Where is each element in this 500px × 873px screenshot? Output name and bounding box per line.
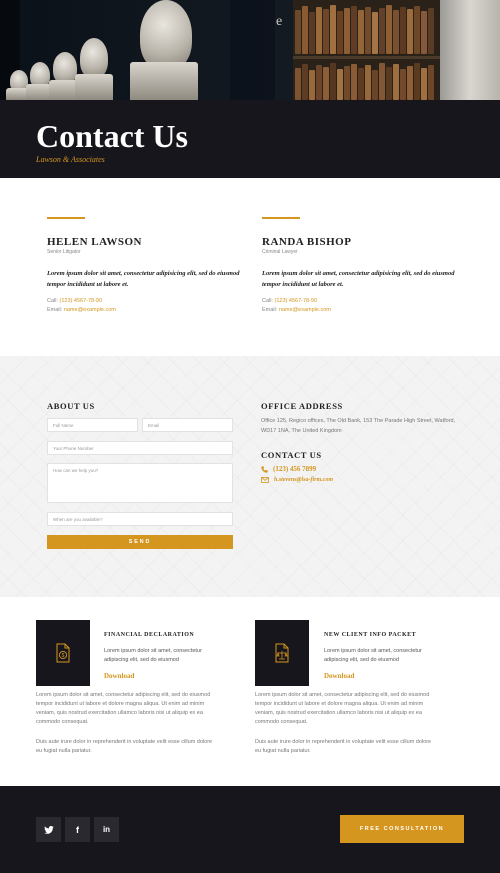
member-name: RANDA BISHOP bbox=[262, 236, 352, 248]
document-dollar-icon: $ bbox=[36, 620, 90, 686]
member-role: Criminal Lawyer bbox=[262, 249, 298, 255]
office-heading: OFFICE ADDRESS bbox=[261, 401, 343, 411]
member-phone-link[interactable]: (123) 4567-78-90 bbox=[60, 298, 103, 304]
member-name: HELEN LAWSON bbox=[47, 236, 142, 248]
doc-title: NEW CLIENT INFO PACKET bbox=[324, 632, 417, 638]
office-phone: (123) 456 7899 bbox=[273, 465, 317, 473]
member-contact: Call: (123) 4567-78-90 Email: name@examp… bbox=[47, 297, 116, 315]
member-bio: Lorem ipsum dolor sit amet, consectetur … bbox=[262, 270, 455, 288]
download-link[interactable]: Download bbox=[324, 672, 354, 680]
doc-paragraph: Lorem ipsum dolor sit amet, consectetur … bbox=[36, 692, 211, 725]
member-contact: Call: (123) 4567-78-90 Email: name@examp… bbox=[262, 297, 331, 315]
free-consultation-button[interactable]: FREE CONSULTATION bbox=[340, 815, 464, 843]
envelope-icon bbox=[261, 477, 269, 483]
pedestal bbox=[75, 74, 113, 100]
member-phone-link[interactable]: (123) 4567-78-90 bbox=[275, 298, 318, 304]
contact-heading: CONTACT US bbox=[261, 450, 322, 460]
call-label: Call: bbox=[262, 298, 274, 304]
member-email-link[interactable]: name@example.com bbox=[279, 307, 331, 313]
doc-description: Lorem ipsum dolor sit amet, consectetur … bbox=[324, 648, 422, 663]
hero-glyph: e bbox=[276, 14, 283, 29]
phone-icon bbox=[261, 465, 268, 473]
send-button[interactable]: SEND bbox=[47, 535, 233, 549]
email-input[interactable]: Email bbox=[142, 418, 233, 432]
facebook-icon[interactable]: f bbox=[65, 817, 90, 842]
call-label: Call: bbox=[47, 298, 59, 304]
twitter-icon[interactable] bbox=[36, 817, 61, 842]
about-heading: ABOUT US bbox=[47, 401, 95, 411]
download-link[interactable]: Download bbox=[104, 672, 134, 680]
document-scales-icon bbox=[255, 620, 309, 686]
doc-paragraph: Lorem ipsum dolor sit amet, consectetur … bbox=[255, 692, 430, 725]
bust-statue bbox=[80, 38, 108, 78]
bookshelf bbox=[293, 0, 453, 100]
doc-paragraph: Duis aute irure dolor in reprehenderit i… bbox=[255, 739, 432, 754]
full-name-input[interactable]: Full Name bbox=[47, 418, 138, 432]
message-textarea[interactable]: How can we help you? bbox=[47, 463, 233, 503]
phone-input[interactable]: Your Phone Number bbox=[47, 441, 233, 455]
pedestal bbox=[130, 62, 198, 100]
office-phone-row[interactable]: (123) 456 7899 bbox=[261, 465, 316, 473]
svg-text:$: $ bbox=[62, 653, 65, 659]
hero-shadow bbox=[230, 0, 275, 100]
member-email-link[interactable]: name@example.com bbox=[64, 307, 116, 313]
email-label: Email: bbox=[47, 307, 63, 313]
statue bbox=[440, 0, 500, 100]
office-email-row[interactable]: h.stevens@lsa-firm.com bbox=[261, 477, 333, 483]
shelf-board bbox=[293, 56, 453, 59]
member-bio: Lorem ipsum dolor sit amet, consectetur … bbox=[47, 270, 240, 288]
bust-statue bbox=[140, 0, 192, 70]
office-address: Office 125, Regico offices, The Old Bank… bbox=[261, 418, 456, 434]
page-title: Contact Us bbox=[36, 118, 188, 154]
hero-image: e bbox=[0, 0, 500, 100]
accent-divider bbox=[47, 217, 85, 219]
member-role: Senior Litigator bbox=[47, 249, 81, 255]
page-subtitle: Lawson & Associates bbox=[36, 155, 105, 164]
doc-description: Lorem ipsum dolor sit amet, consectetur … bbox=[104, 648, 202, 663]
availability-input[interactable]: When are you available? bbox=[47, 512, 233, 526]
team-section: HELEN LAWSON Senior Litigator Lorem ipsu… bbox=[0, 178, 500, 356]
email-label: Email: bbox=[262, 307, 278, 313]
accent-divider bbox=[262, 217, 300, 219]
doc-title: FINANCIAL DECLARATION bbox=[104, 632, 195, 638]
doc-paragraph: Duis aute irure dolor in reprehenderit i… bbox=[36, 739, 213, 754]
office-email: h.stevens@lsa-firm.com bbox=[274, 477, 333, 483]
linkedin-icon[interactable]: in bbox=[94, 817, 119, 842]
